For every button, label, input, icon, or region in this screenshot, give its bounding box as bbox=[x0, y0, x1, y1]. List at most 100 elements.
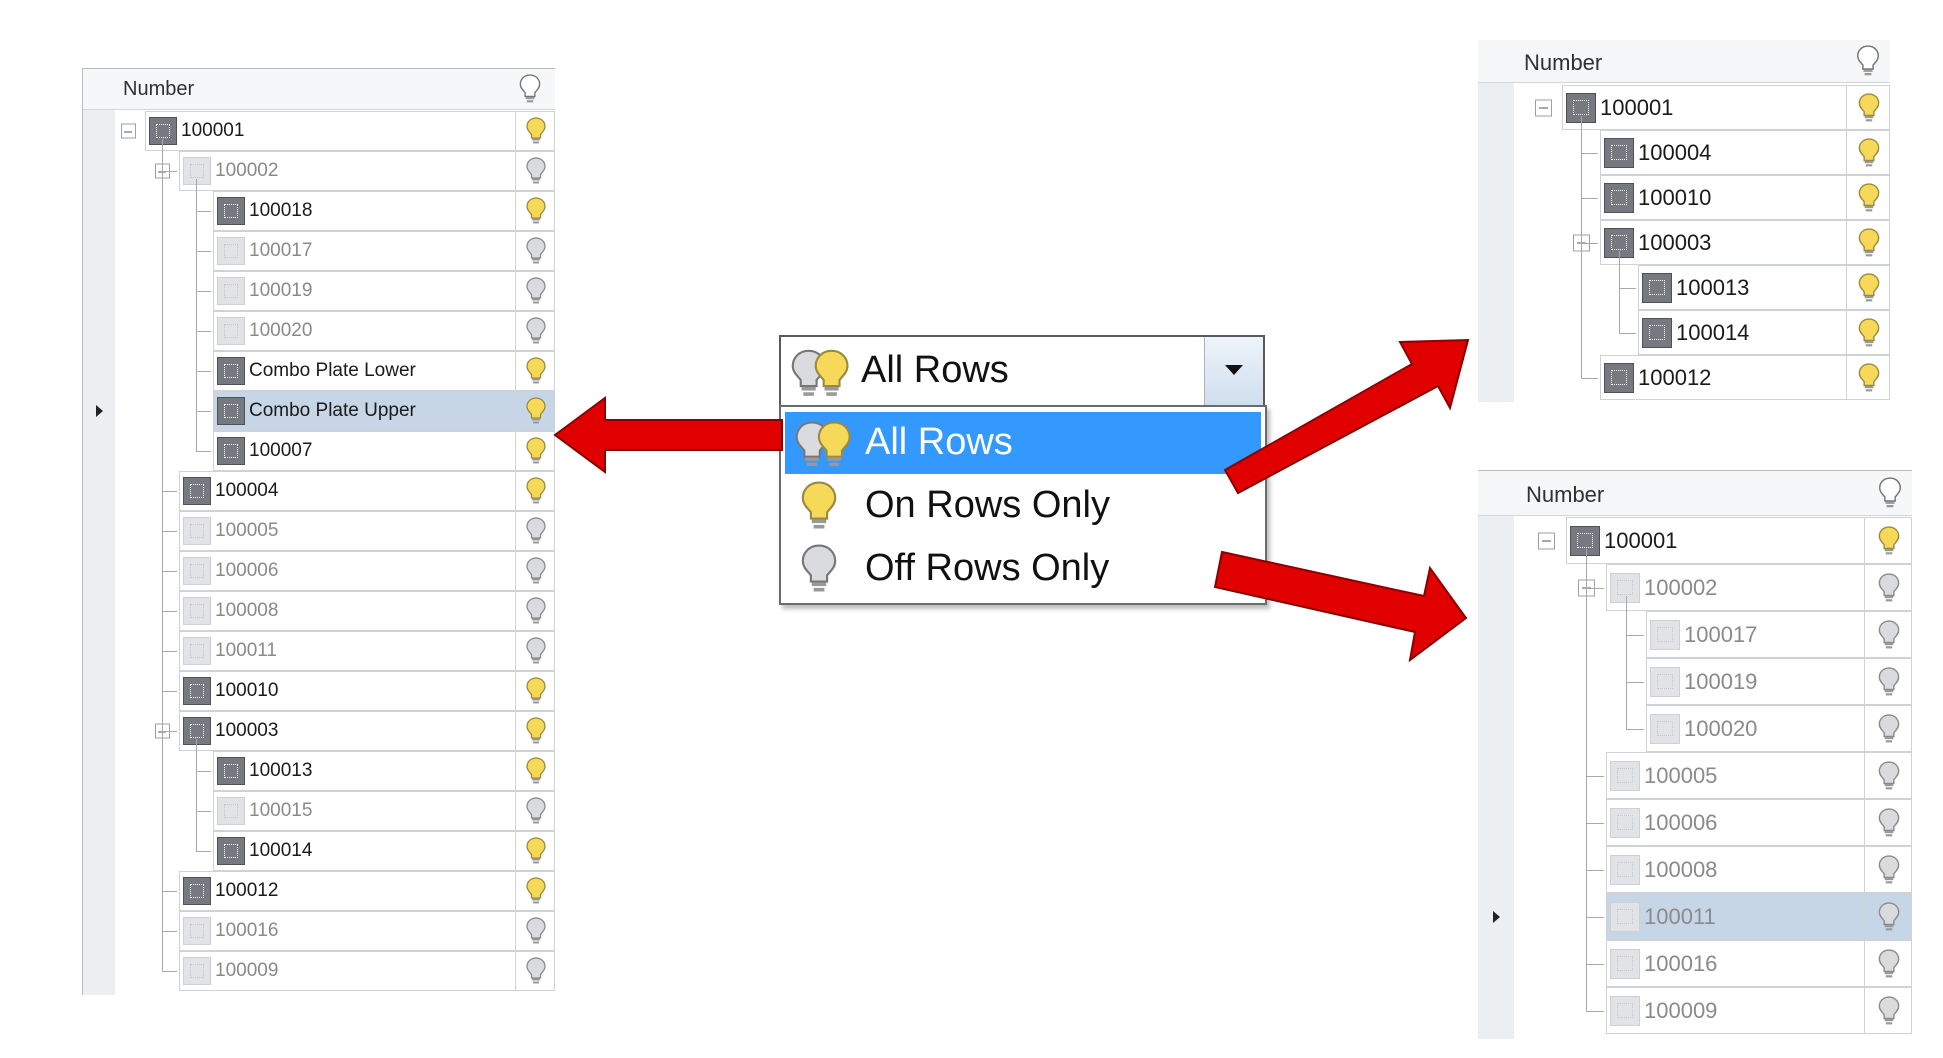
tree-row[interactable]: 100008 bbox=[83, 591, 555, 631]
tree-row[interactable]: 100012 bbox=[83, 871, 555, 911]
bulb-off-icon[interactable] bbox=[526, 237, 546, 270]
option-off-rows-only[interactable]: Off Rows Only bbox=[785, 538, 1261, 600]
option-all-rows[interactable]: All Rows bbox=[785, 412, 1261, 474]
bulb-off-icon[interactable] bbox=[1878, 901, 1900, 937]
tree-row[interactable]: 100003 bbox=[83, 711, 555, 751]
tree-row[interactable]: 100009 bbox=[1478, 987, 1912, 1034]
bulb-on-icon[interactable] bbox=[1858, 182, 1880, 218]
tree-row[interactable]: 100017 bbox=[1478, 611, 1912, 658]
tree-row[interactable]: Combo Plate Upper bbox=[83, 391, 555, 431]
tree-row[interactable]: 100009 bbox=[83, 951, 555, 991]
tree-row[interactable]: 100011 bbox=[1478, 893, 1912, 940]
bulb-off-icon[interactable] bbox=[1878, 760, 1900, 796]
tree-row[interactable]: 100019 bbox=[83, 271, 555, 311]
tree-row[interactable]: 100001 bbox=[1478, 85, 1890, 130]
bulb-on-icon[interactable] bbox=[1858, 137, 1880, 173]
row-filter-combo[interactable]: All Rows bbox=[779, 335, 1265, 407]
tree-row[interactable]: 100016 bbox=[1478, 940, 1912, 987]
tree-row[interactable]: 100014 bbox=[83, 831, 555, 871]
bulb-off-icon[interactable] bbox=[1878, 619, 1900, 655]
tree-row[interactable]: 100001 bbox=[83, 111, 555, 151]
tree-row[interactable]: 100015 bbox=[83, 791, 555, 831]
bulb-off-icon[interactable] bbox=[526, 317, 546, 350]
tree-row[interactable]: 100010 bbox=[83, 671, 555, 711]
number-column-header[interactable]: Number bbox=[1524, 50, 1602, 76]
tree-row[interactable]: 100008 bbox=[1478, 846, 1912, 893]
bulb-off-icon[interactable] bbox=[1878, 948, 1900, 984]
bulb-off-icon[interactable] bbox=[526, 957, 546, 990]
name-cell[interactable] bbox=[1600, 130, 1846, 175]
tree-row[interactable]: 100018 bbox=[83, 191, 555, 231]
bulb-on-icon[interactable] bbox=[526, 397, 546, 430]
bulb-off-icon[interactable] bbox=[1878, 995, 1900, 1031]
option-on-rows-only[interactable]: On Rows Only bbox=[785, 475, 1261, 537]
tree-row[interactable]: 100020 bbox=[83, 311, 555, 351]
lightbulb-column-icon[interactable] bbox=[1856, 45, 1880, 82]
tree-row[interactable]: 100003 bbox=[1478, 220, 1890, 265]
bulb-on-icon[interactable] bbox=[526, 117, 546, 150]
tree-row[interactable]: 100005 bbox=[83, 511, 555, 551]
bulb-on-icon[interactable] bbox=[526, 477, 546, 510]
lightbulb-column-icon[interactable] bbox=[519, 74, 541, 109]
tree-row[interactable]: 100002 bbox=[1478, 564, 1912, 611]
tree-row[interactable]: 100001 bbox=[1478, 517, 1912, 564]
tree-row[interactable]: 100012 bbox=[1478, 355, 1890, 400]
tree-row[interactable]: 100019 bbox=[1478, 658, 1912, 705]
bulb-on-icon[interactable] bbox=[526, 357, 546, 390]
bulb-off-icon[interactable] bbox=[1878, 713, 1900, 749]
bulb-on-icon[interactable] bbox=[1858, 272, 1880, 308]
bulb-on-icon[interactable] bbox=[1878, 525, 1900, 561]
bulb-off-icon[interactable] bbox=[526, 157, 546, 190]
tree-row[interactable]: 100014 bbox=[1478, 310, 1890, 355]
bulb-on-icon[interactable] bbox=[526, 757, 546, 790]
bulb-off-icon[interactable] bbox=[526, 797, 546, 830]
bulb-off-icon[interactable] bbox=[526, 917, 546, 950]
bulb-on-icon[interactable] bbox=[1858, 92, 1880, 128]
lightbulb-column-icon[interactable] bbox=[1878, 477, 1902, 514]
bulb-on-icon[interactable] bbox=[526, 677, 546, 710]
tree-row[interactable]: 100016 bbox=[83, 911, 555, 951]
number-column-header[interactable]: Number bbox=[123, 78, 194, 101]
bulb-off-icon[interactable] bbox=[1878, 854, 1900, 890]
name-cell[interactable] bbox=[1600, 220, 1846, 265]
tree-row[interactable]: 100010 bbox=[1478, 175, 1890, 220]
tree-row[interactable]: 100005 bbox=[1478, 752, 1912, 799]
dropdown-arrow-button[interactable] bbox=[1204, 337, 1263, 405]
bulb-on-icon[interactable] bbox=[526, 837, 546, 870]
bulb-off-icon[interactable] bbox=[526, 277, 546, 310]
bulb-on-icon[interactable] bbox=[1858, 317, 1880, 353]
bulb-off-icon[interactable] bbox=[526, 637, 546, 670]
tree-row[interactable]: 100004 bbox=[1478, 130, 1890, 175]
bulb-on-icon[interactable] bbox=[526, 717, 546, 750]
bulb-on-icon[interactable] bbox=[1858, 362, 1880, 398]
tree-row[interactable]: 100011 bbox=[83, 631, 555, 671]
tree-row[interactable]: 100013 bbox=[1478, 265, 1890, 310]
visibility-cell bbox=[1864, 658, 1912, 705]
tree-row[interactable]: 100002 bbox=[83, 151, 555, 191]
name-cell[interactable] bbox=[1600, 175, 1846, 220]
collapse-toggle[interactable] bbox=[120, 123, 136, 139]
visibility-cell bbox=[515, 471, 555, 511]
bulb-off-icon[interactable] bbox=[526, 597, 546, 630]
name-cell[interactable] bbox=[1600, 355, 1846, 400]
bulb-off-icon[interactable] bbox=[1878, 807, 1900, 843]
bulb-off-icon[interactable] bbox=[1878, 572, 1900, 608]
tree-row[interactable]: 100004 bbox=[83, 471, 555, 511]
bulb-off-icon[interactable] bbox=[526, 557, 546, 590]
collapse-toggle[interactable] bbox=[1537, 532, 1555, 549]
tree-row[interactable]: 100007 bbox=[83, 431, 555, 471]
bulb-on-icon[interactable] bbox=[526, 877, 546, 910]
tree-row[interactable]: Combo Plate Lower bbox=[83, 351, 555, 391]
bulb-on-icon[interactable] bbox=[526, 197, 546, 230]
tree-row[interactable]: 100006 bbox=[83, 551, 555, 591]
collapse-toggle[interactable] bbox=[1534, 99, 1552, 116]
number-column-header[interactable]: Number bbox=[1526, 482, 1604, 508]
tree-row[interactable]: 100006 bbox=[1478, 799, 1912, 846]
tree-row[interactable]: 100017 bbox=[83, 231, 555, 271]
bulb-off-icon[interactable] bbox=[526, 517, 546, 550]
tree-row[interactable]: 100020 bbox=[1478, 705, 1912, 752]
bulb-off-icon[interactable] bbox=[1878, 666, 1900, 702]
bulb-on-icon[interactable] bbox=[1858, 227, 1880, 263]
bulb-on-icon[interactable] bbox=[526, 437, 546, 470]
tree-row[interactable]: 100013 bbox=[83, 751, 555, 791]
